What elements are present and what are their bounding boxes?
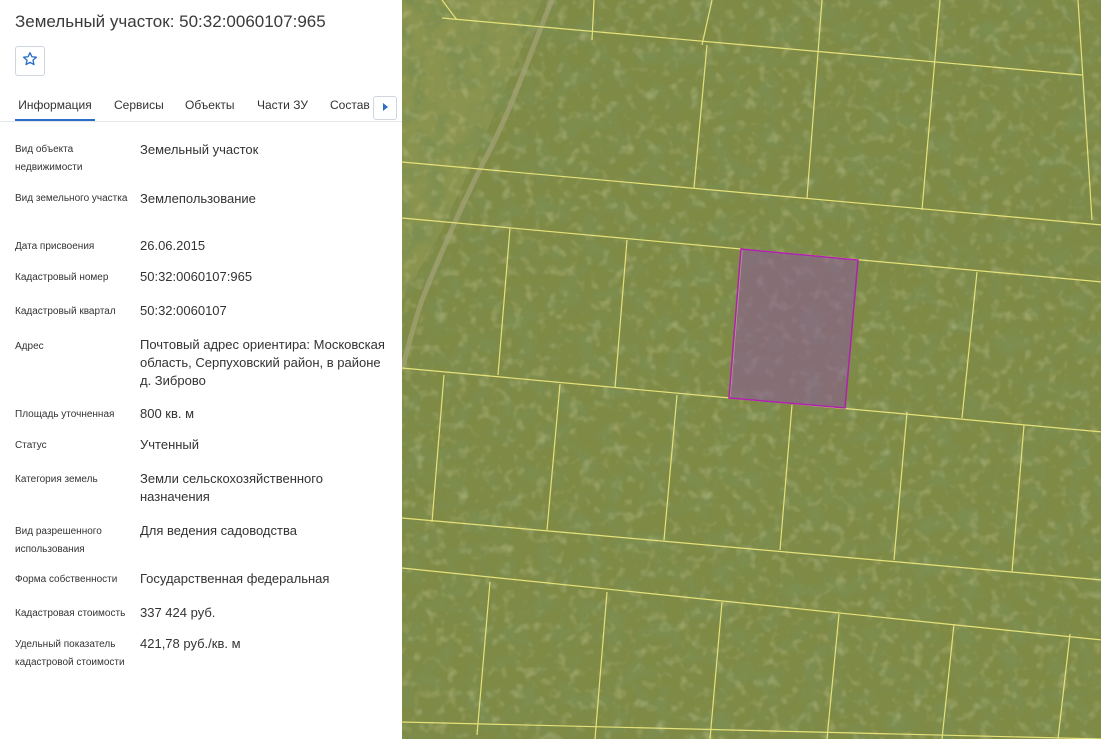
satellite-map[interactable] <box>402 0 1101 739</box>
selected-parcel[interactable] <box>728 248 859 409</box>
field-label: Вид разрешенного использования <box>15 526 102 555</box>
field-label: Площадь уточненная <box>15 409 115 420</box>
field-value: 337 424 руб. <box>140 605 216 620</box>
field-value: Учтенный <box>140 437 200 452</box>
field-value: 26.06.2015 <box>140 238 206 253</box>
map-canvas[interactable] <box>402 0 1101 739</box>
field-label: Удельный показатель кадастровой стоимост… <box>15 639 125 668</box>
tab-overflow-clip: Состав ЕЗП <box>330 92 374 121</box>
tab-objects[interactable]: Объекты <box>185 92 235 121</box>
tabs-scroll-right-button[interactable] <box>373 96 397 120</box>
field-label: Вид земельного участка <box>15 193 128 204</box>
field-label: Кадастровый номер <box>15 272 109 283</box>
field-label: Дата присвоения <box>15 241 95 252</box>
info-panel: Земельный участок: 50:32:0060107:965 Инф… <box>0 0 402 739</box>
tab-composition[interactable]: Состав ЕЗП <box>330 92 374 121</box>
field-value: Почтовый адрес ориентира: Московская обл… <box>140 337 385 388</box>
field-value: 50:32:0060107 <box>140 303 227 318</box>
field-value: Для ведения садоводства <box>140 523 297 538</box>
field-label: Адрес <box>15 341 44 352</box>
field-label: Форма собственности <box>15 574 118 585</box>
field-label: Кадастровый квартал <box>15 306 116 317</box>
field-value: Земли сельскохозяйственного назначения <box>140 471 323 504</box>
field-label: Кадастровая стоимость <box>15 608 126 619</box>
page-title: Земельный участок: 50:32:0060107:965 <box>15 12 326 31</box>
field-value: 50:32:0060107:965 <box>140 269 253 284</box>
field-label: Вид объекта недвижимости <box>15 144 83 173</box>
field-value: Земельный участок <box>140 142 259 157</box>
field-label: Статус <box>15 440 47 451</box>
cadastral-map-app: Земельный участок: 50:32:0060107:965 Инф… <box>0 0 1101 739</box>
field-value: Землепользование <box>140 191 256 206</box>
tab-bar: Информация Сервисы Объекты Части ЗУ Сост… <box>0 92 402 122</box>
field-label: Категория земель <box>15 474 98 485</box>
tab-parcel-parts[interactable]: Части ЗУ <box>257 92 308 121</box>
field-value: 421,78 руб./кв. м <box>140 636 241 651</box>
tab-information[interactable]: Информация <box>15 92 95 121</box>
favorite-button[interactable] <box>15 46 45 76</box>
tab-services[interactable]: Сервисы <box>114 92 164 121</box>
field-value: Государственная федеральная <box>140 571 330 586</box>
star-outline-icon <box>22 51 38 72</box>
field-value: 800 кв. м <box>140 406 195 421</box>
caret-right-icon <box>381 99 389 117</box>
